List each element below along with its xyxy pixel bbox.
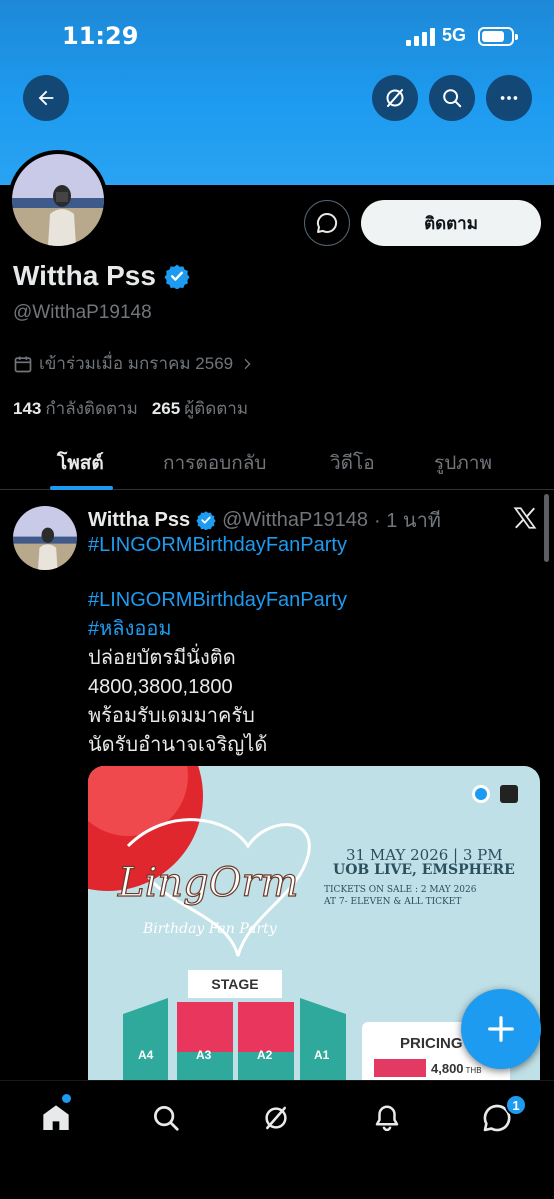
post-line: พร้อมรับเดมมาครับ xyxy=(88,705,255,727)
post-author-name[interactable]: Wittha Pss xyxy=(88,509,190,532)
tab-replies[interactable]: การตอบกลับ xyxy=(163,448,266,478)
grok-icon xyxy=(265,1106,287,1130)
calendar-icon xyxy=(14,356,32,372)
poster-sale-line: AT 7- ELEVEN & ALL TICKET xyxy=(324,897,462,907)
svg-text:LingOrm: LingOrm xyxy=(117,860,299,906)
status-bar: 11:29 5G xyxy=(0,0,554,70)
profile-stats: 143 กำลังติดตาม 265 ผู้ติดตาม xyxy=(13,395,248,422)
message-button[interactable] xyxy=(304,200,350,246)
messages-badge: 1 xyxy=(505,1094,527,1116)
search-button[interactable] xyxy=(429,75,475,121)
nav-notifications[interactable] xyxy=(367,1098,407,1138)
x-logo-icon xyxy=(513,507,537,529)
follow-button[interactable]: ติดตาม xyxy=(361,200,541,246)
tab-videos[interactable]: วิดีโอ xyxy=(330,448,375,478)
nav-grok[interactable] xyxy=(256,1098,296,1138)
zone-label: A1 xyxy=(314,1048,330,1062)
following-count: 143 xyxy=(13,399,42,418)
post-author-handle: @WitthaP19148 xyxy=(222,508,368,531)
profile-avatar[interactable] xyxy=(8,150,108,250)
more-icon xyxy=(500,96,518,100)
more-button[interactable] xyxy=(486,75,532,121)
post-line-hashtag[interactable]: #LINGORMBirthdayFanParty xyxy=(88,531,347,559)
home-icon xyxy=(43,1105,69,1130)
nav-home[interactable] xyxy=(36,1098,76,1138)
poster-price-currency: THB xyxy=(465,1066,482,1075)
profile-name: Wittha Pss xyxy=(13,260,190,292)
verified-badge-icon xyxy=(164,264,190,289)
joined-date: เข้าร่วมเมื่อ มกราคม 2569 xyxy=(13,350,255,377)
zone-label: A2 xyxy=(257,1048,273,1062)
poster-price-value: 4,800 xyxy=(431,1061,464,1076)
post-line: 4800,3800,1800 xyxy=(88,676,233,698)
search-icon xyxy=(154,1106,179,1131)
message-bubble-icon xyxy=(316,212,338,233)
poster-pricing-title: PRICING xyxy=(400,1035,463,1052)
bell-icon xyxy=(375,1105,399,1132)
poster-price: 4,800 THB xyxy=(431,1061,482,1076)
zone-label: A3 xyxy=(196,1048,212,1062)
tab-posts[interactable]: โพสต์ xyxy=(57,448,104,478)
post-avatar[interactable] xyxy=(13,506,77,570)
back-button[interactable] xyxy=(23,75,69,121)
profile-display-name: Wittha Pss xyxy=(13,260,156,291)
joined-text: เข้าร่วมเมื่อ มกราคม 2569 xyxy=(39,354,234,373)
profile-handle: @WitthaP19148 xyxy=(13,302,152,323)
status-time: 11:29 xyxy=(62,22,139,50)
poster-sale-info: TICKETS ON SALE : 2 MAY 2026 AT 7- ELEVE… xyxy=(324,884,477,908)
svg-text:Birthday Fan Party: Birthday Fan Party xyxy=(142,921,278,937)
home-notification-dot xyxy=(62,1094,71,1103)
post-line: ปล่อยบัตรมีนั่งติด xyxy=(88,647,236,669)
post-time: · 1 นาที xyxy=(374,510,441,532)
tab-photos[interactable]: รูปภาพ xyxy=(434,448,492,478)
network-type: 5G xyxy=(442,25,467,45)
poster-stage: STAGE xyxy=(188,970,282,998)
poster-price-swatch xyxy=(374,1059,426,1077)
chevron-right-icon xyxy=(244,358,251,369)
zone-label: A4 xyxy=(138,1048,154,1062)
verified-badge-icon xyxy=(196,511,216,530)
poster-venue: UOB LIVE, EMSPHERE xyxy=(333,862,515,878)
profile-tabs: โพสต์ การตอบกลับ วิดีโอ รูปภาพ xyxy=(0,436,554,490)
scrollbar[interactable] xyxy=(544,494,549,562)
following-link[interactable]: 143 กำลังติดตาม xyxy=(13,395,138,422)
followers-link[interactable]: 265 ผู้ติดตาม xyxy=(152,395,248,422)
arrow-left-icon xyxy=(38,90,54,106)
followers-count: 265 xyxy=(151,399,181,418)
post-line: นัดรับอำนาจเจริญได้ xyxy=(88,734,268,756)
compose-button[interactable] xyxy=(461,989,541,1069)
plus-icon xyxy=(488,1016,514,1042)
poster-sale-line: TICKETS ON SALE : 2 MAY 2026 xyxy=(324,885,477,895)
grok-button[interactable] xyxy=(372,75,418,121)
nav-search[interactable] xyxy=(146,1098,186,1138)
search-icon xyxy=(443,89,462,108)
followers-label: ผู้ติดตาม xyxy=(184,399,249,418)
following-label: กำลังติดตาม xyxy=(45,399,138,418)
battery-icon xyxy=(478,27,518,46)
post-line-hashtag[interactable]: #LINGORMBirthdayFanParty xyxy=(88,586,347,614)
active-tab-indicator xyxy=(50,486,113,490)
signal-icon xyxy=(406,28,435,46)
post-line-hashtag[interactable]: #หลิงออม xyxy=(88,615,172,643)
grok-icon xyxy=(386,89,404,107)
